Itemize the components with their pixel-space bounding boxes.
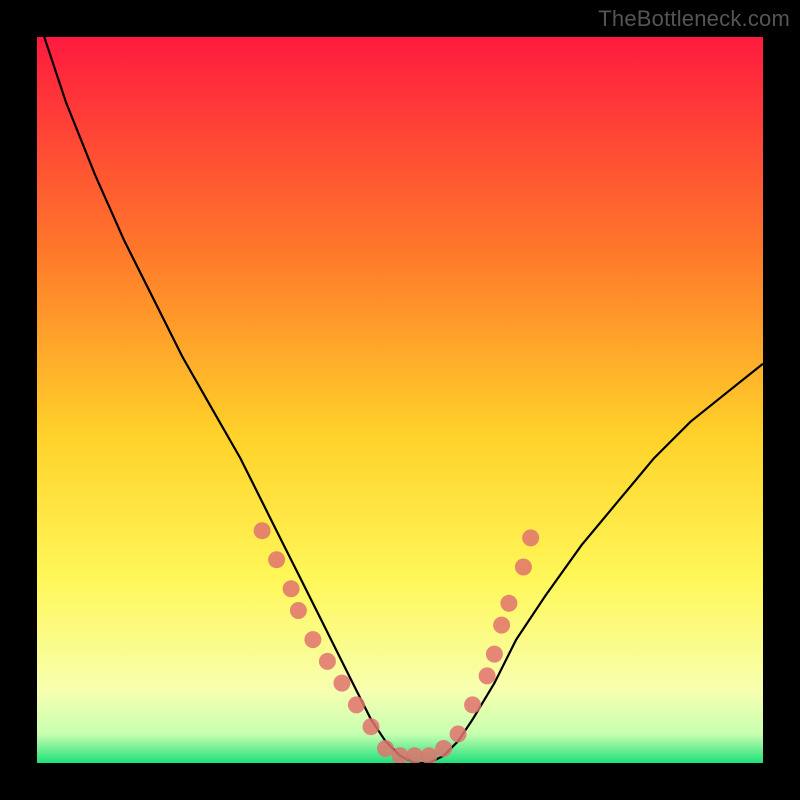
curve-marker: [348, 696, 365, 713]
curve-marker: [435, 740, 452, 757]
plot-area: [37, 37, 763, 763]
curve-marker: [268, 551, 285, 568]
curve-marker: [254, 522, 271, 539]
curve-marker: [493, 617, 510, 634]
curve-marker: [406, 747, 423, 763]
curve-marker: [377, 740, 394, 757]
curve-marker: [304, 631, 321, 648]
curve-marker: [464, 696, 481, 713]
curve-marker: [421, 747, 438, 763]
curve-marker: [515, 559, 532, 576]
watermark-text: TheBottleneck.com: [598, 6, 790, 32]
bottleneck-curve: [37, 37, 763, 763]
curve-marker: [290, 602, 307, 619]
curve-marker: [479, 667, 496, 684]
curve-marker: [486, 646, 503, 663]
outer-frame: TheBottleneck.com: [0, 0, 800, 800]
curve-marker: [283, 580, 300, 597]
curve-marker: [319, 653, 336, 670]
curve-marker: [450, 726, 467, 743]
curve-marker: [500, 595, 517, 612]
curve-marker: [333, 675, 350, 692]
curve-marker: [522, 529, 539, 546]
curve-marker: [363, 718, 380, 735]
